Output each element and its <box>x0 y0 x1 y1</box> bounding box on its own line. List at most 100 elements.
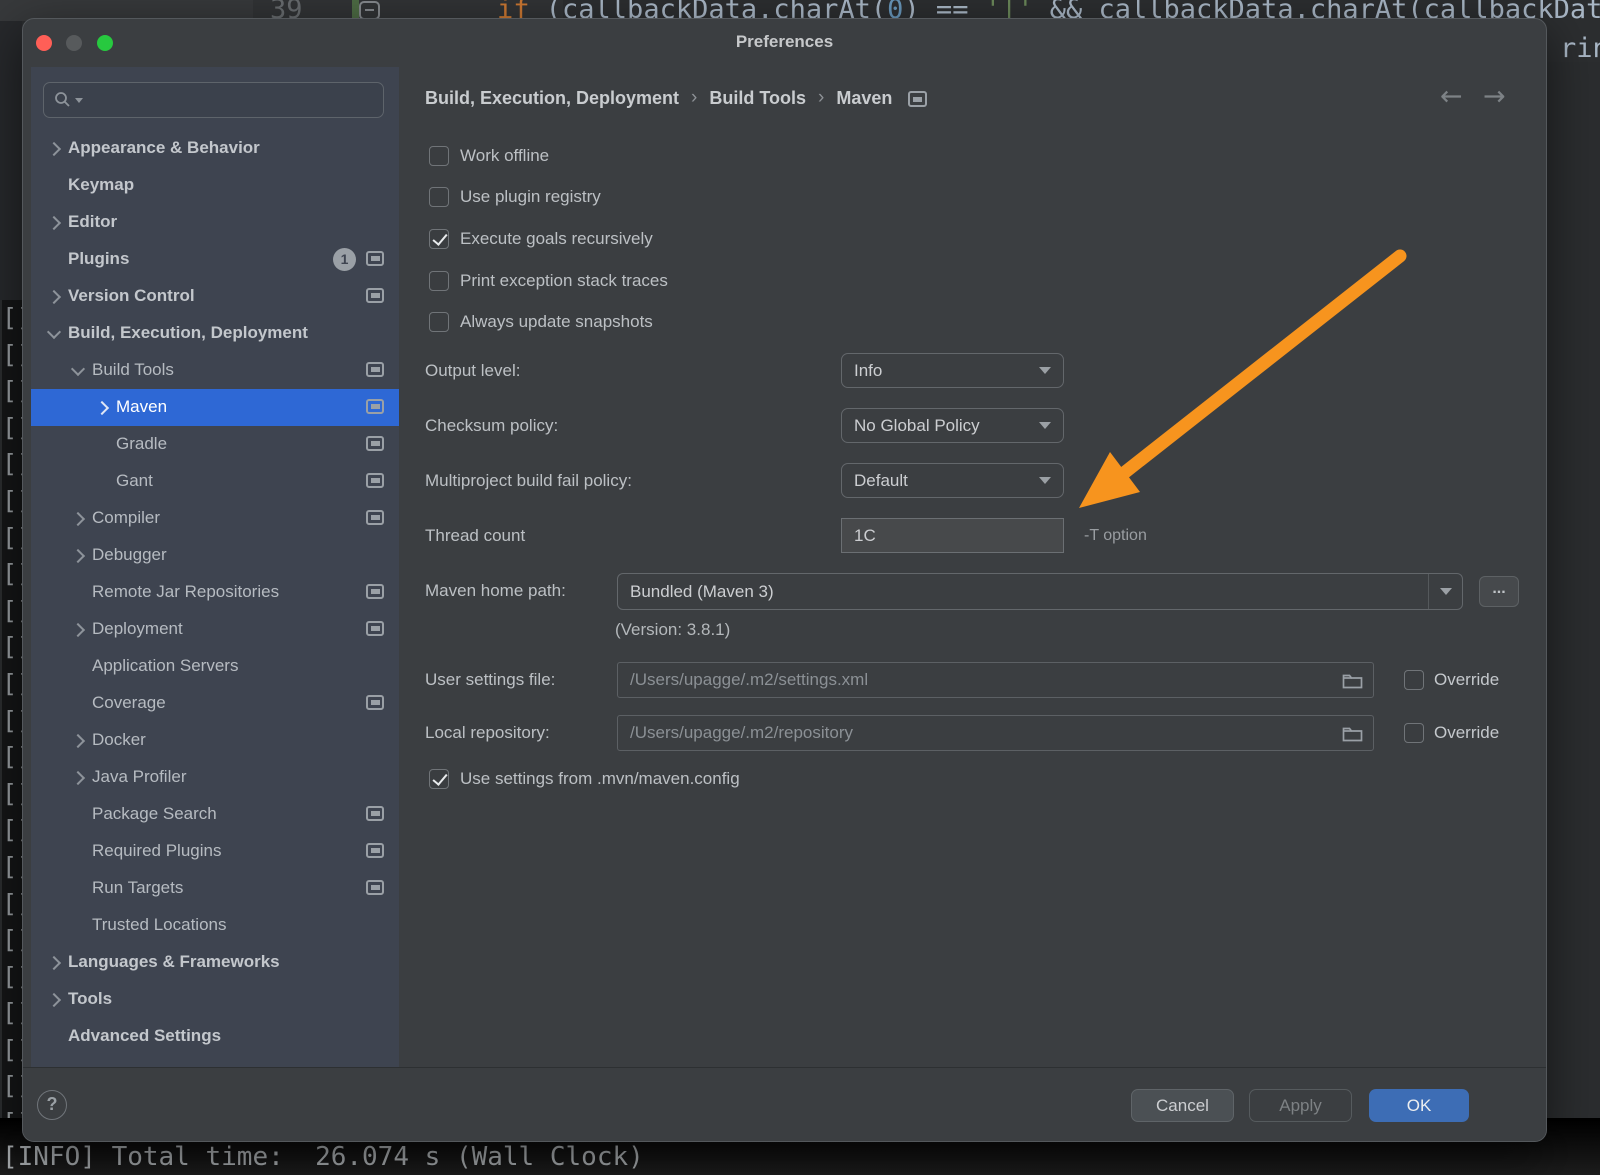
forward-arrow-icon[interactable]: → <box>1483 81 1506 112</box>
settings-indicator-icon <box>366 288 384 303</box>
sidebar-item-gant[interactable]: Gant <box>31 463 399 500</box>
multiproject-policy-label: Multiproject build fail policy: <box>425 463 632 499</box>
sidebar-item-docker[interactable]: Docker <box>31 722 399 759</box>
user-settings-input[interactable]: /Users/upagge/.m2/settings.xml <box>617 662 1374 698</box>
checkbox[interactable] <box>429 229 449 249</box>
apply-button[interactable]: Apply <box>1249 1089 1352 1122</box>
sidebar-item-appearance-behavior[interactable]: Appearance & Behavior <box>31 130 399 167</box>
thread-count-input[interactable]: 1C <box>841 518 1064 553</box>
help-button[interactable]: ? <box>37 1090 67 1120</box>
checkbox[interactable] <box>429 769 449 789</box>
checkbox[interactable] <box>429 312 449 332</box>
settings-indicator-icon <box>366 436 384 451</box>
multiproject-policy-select[interactable]: Default <box>841 463 1064 498</box>
sidebar-item-keymap[interactable]: Keymap <box>31 167 399 204</box>
dialog-footer: ? Cancel Apply OK <box>23 1067 1546 1142</box>
sidebar-item-coverage[interactable]: Coverage <box>31 685 399 722</box>
settings-indicator-icon <box>366 584 384 599</box>
folder-icon[interactable] <box>1342 725 1363 742</box>
sidebar-item-plugins[interactable]: Plugins 1 <box>31 241 399 278</box>
sidebar-item-deployment[interactable]: Deployment <box>31 611 399 648</box>
checkbox-row-use-plugin-registry[interactable]: Use plugin registry <box>429 179 601 215</box>
sidebar-item-trusted-locations[interactable]: Trusted Locations <box>31 907 399 944</box>
chevron-icon <box>47 216 61 230</box>
local-repository-input[interactable]: /Users/upagge/.m2/repository <box>617 715 1374 751</box>
sidebar-item-debugger[interactable]: Debugger <box>31 537 399 574</box>
checkbox[interactable] <box>1404 670 1424 690</box>
checkbox-row-execute-goals-recursively[interactable]: Execute goals recursively <box>429 221 653 257</box>
maven-home-combobox[interactable]: Bundled (Maven 3) <box>617 573 1463 610</box>
chevron-icon <box>71 734 85 748</box>
output-level-select[interactable]: Info <box>841 353 1064 388</box>
sidebar-item-advanced-settings[interactable]: Advanced Settings <box>31 1018 399 1055</box>
chevron-icon <box>71 549 85 563</box>
chevron-down-icon[interactable] <box>1428 574 1462 609</box>
settings-indicator-icon <box>366 843 384 858</box>
sidebar-item-package-search[interactable]: Package Search <box>31 796 399 833</box>
sidebar-item-gradle[interactable]: Gradle <box>31 426 399 463</box>
search-input[interactable] <box>43 82 384 118</box>
checkbox[interactable] <box>429 271 449 291</box>
chevron-icon <box>71 362 85 376</box>
sidebar-item-editor[interactable]: Editor <box>31 204 399 241</box>
checkbox[interactable] <box>429 187 449 207</box>
chevron-down-icon <box>1039 477 1051 484</box>
sidebar-item-application-servers[interactable]: Application Servers <box>31 648 399 685</box>
code-line-fragment: rin <box>1560 33 1600 64</box>
folder-icon[interactable] <box>1342 672 1363 689</box>
checksum-policy-label: Checksum policy: <box>425 408 558 444</box>
terminal-brackets-column: [] [] [] [] [] [] [] [] [] [] [] [] [] [… <box>2 300 24 1120</box>
chevron-icon <box>95 401 109 415</box>
sidebar-item-compiler[interactable]: Compiler <box>31 500 399 537</box>
settings-indicator-icon <box>366 806 384 821</box>
sidebar-item-maven[interactable]: Maven <box>31 389 399 426</box>
chevron-icon <box>71 771 85 785</box>
breadcrumb-item[interactable]: Build, Execution, Deployment <box>425 88 679 109</box>
settings-indicator-icon <box>366 362 384 377</box>
chevron-icon <box>47 956 61 970</box>
settings-sidebar: Appearance & Behavior Keymap Editor Plug… <box>31 67 399 1067</box>
checkbox-row-work-offline[interactable]: Work offline <box>429 138 549 174</box>
terminal-output-line: [INFO] Total time: 26.074 s (Wall Clock) <box>2 1142 644 1172</box>
breadcrumb-separator: › <box>691 87 697 109</box>
checkbox[interactable] <box>1404 723 1424 743</box>
sidebar-item-run-targets[interactable]: Run Targets <box>31 870 399 907</box>
settings-indicator-icon <box>366 880 384 895</box>
settings-indicator-icon <box>366 510 384 525</box>
cancel-button[interactable]: Cancel <box>1131 1089 1234 1122</box>
search-icon <box>54 91 72 109</box>
sidebar-item-tools[interactable]: Tools <box>31 981 399 1018</box>
checkbox-row-print-exception-stack-traces[interactable]: Print exception stack traces <box>429 263 668 299</box>
chevron-down-icon <box>1039 422 1051 429</box>
local-repository-label: Local repository: <box>425 715 550 751</box>
ok-button[interactable]: OK <box>1369 1089 1469 1122</box>
user-settings-label: User settings file: <box>425 662 555 698</box>
settings-indicator-icon <box>366 473 384 488</box>
sidebar-item-java-profiler[interactable]: Java Profiler <box>31 759 399 796</box>
back-arrow-icon[interactable]: ← <box>1440 81 1463 112</box>
breadcrumb-separator: › <box>818 87 824 109</box>
settings-indicator-icon <box>366 621 384 636</box>
chevron-icon <box>47 142 61 156</box>
chevron-icon <box>47 993 61 1007</box>
thread-count-hint: -T option <box>1084 518 1147 553</box>
sidebar-item-remote-jar-repositories[interactable]: Remote Jar Repositories <box>31 574 399 611</box>
override-row[interactable]: Override <box>1404 662 1499 698</box>
browse-button[interactable]: ... <box>1479 576 1519 607</box>
checksum-policy-select[interactable]: No Global Policy <box>841 408 1064 443</box>
dialog-title: Preferences <box>23 32 1546 52</box>
breadcrumb-item[interactable]: Build Tools <box>709 88 806 109</box>
sidebar-item-languages-frameworks[interactable]: Languages & Frameworks <box>31 944 399 981</box>
settings-indicator-icon <box>366 399 384 414</box>
sidebar-item-version-control[interactable]: Version Control <box>31 278 399 315</box>
chevron-icon <box>47 325 61 339</box>
sidebar-item-build-tools[interactable]: Build Tools <box>31 352 399 389</box>
sidebar-item-build-execution-deployment[interactable]: Build, Execution, Deployment <box>31 315 399 352</box>
checkbox-row-always-update-snapshots[interactable]: Always update snapshots <box>429 304 653 340</box>
breadcrumb-item[interactable]: Maven <box>836 88 892 109</box>
checkbox[interactable] <box>429 146 449 166</box>
chevron-icon <box>71 623 85 637</box>
override-row[interactable]: Override <box>1404 715 1499 751</box>
sidebar-item-required-plugins[interactable]: Required Plugins <box>31 833 399 870</box>
checkbox-row-use-maven-config[interactable]: Use settings from .mvn/maven.config <box>429 761 740 797</box>
